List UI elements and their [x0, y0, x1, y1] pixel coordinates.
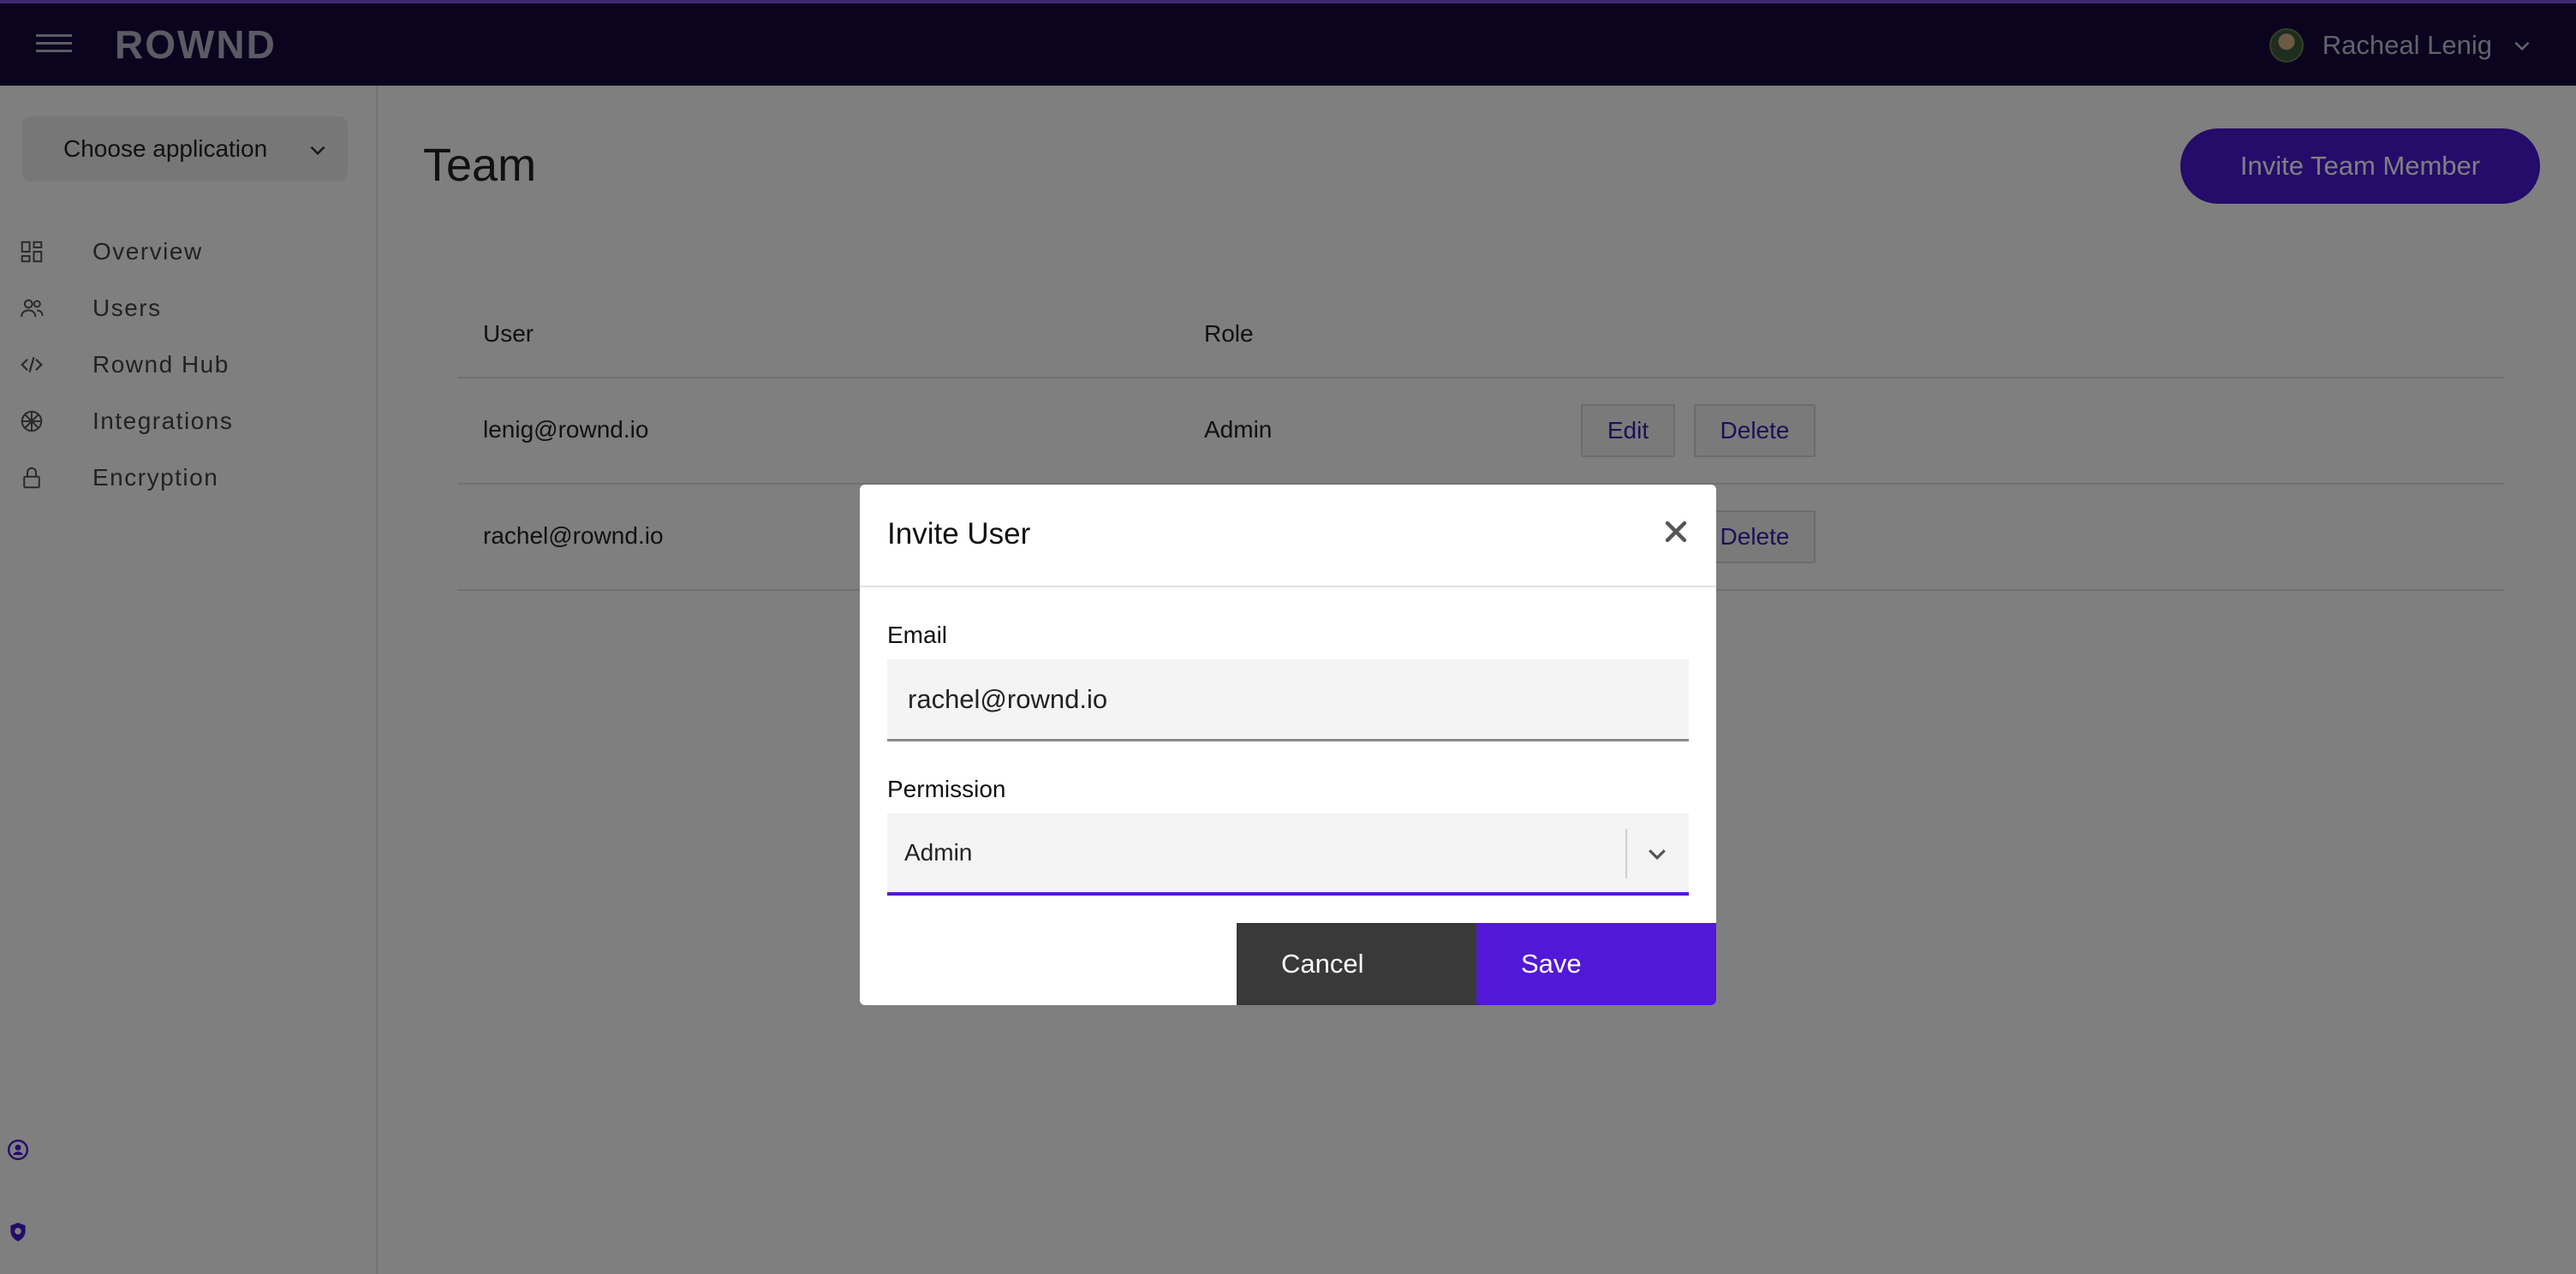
invite-user-modal: Invite User Email Permission Admin Cance… — [860, 485, 1716, 1005]
permission-label: Permission — [887, 776, 1006, 802]
close-icon[interactable] — [1661, 517, 1690, 546]
permission-select[interactable]: Admin — [887, 813, 1689, 896]
modal-title: Invite User — [887, 517, 1031, 551]
select-separator — [1625, 829, 1627, 878]
email-field[interactable] — [887, 659, 1689, 741]
email-label: Email — [887, 622, 948, 648]
chevron-down-icon[interactable] — [1644, 841, 1670, 866]
modal-header: Invite User — [860, 485, 1716, 587]
save-button[interactable]: Save — [1476, 923, 1716, 1005]
cancel-button[interactable]: Cancel — [1237, 923, 1476, 1005]
permission-value: Admin — [904, 839, 973, 866]
